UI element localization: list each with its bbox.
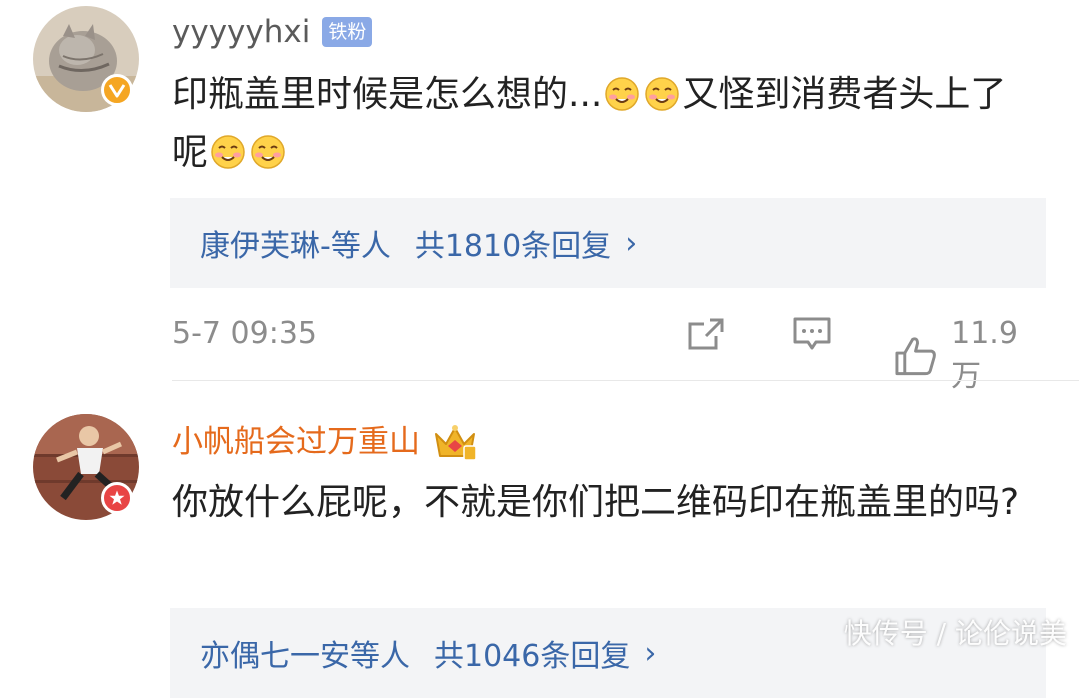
reply-names[interactable]: 康伊芙琳 <box>200 221 320 265</box>
reply-count[interactable]: 共1046条回复 <box>434 631 630 675</box>
username-text[interactable]: yyyyyhxi <box>172 12 310 52</box>
reply-preview[interactable]: 康伊芙琳 -等人 共1810条回复 › <box>170 198 1046 288</box>
reply-count[interactable]: 共1810条回复 <box>415 221 611 265</box>
username[interactable]: 小帆船会过万重山 <box>172 422 478 462</box>
star-badge-icon <box>101 482 133 514</box>
chevron-right-icon: › <box>644 635 657 671</box>
avatar[interactable] <box>33 6 139 112</box>
blush-emoji-icon <box>645 77 680 111</box>
comment-text: 印瓶盖里时候是怎么想的... 又怪到消费者头上了呢 <box>172 66 1032 182</box>
thumbs-up-icon <box>895 336 936 375</box>
username[interactable]: yyyyyhxi 铁粉 <box>172 12 373 52</box>
blush-emoji-icon <box>251 135 285 169</box>
avatar[interactable] <box>33 414 139 520</box>
comment-item: yyyyyhxi 铁粉 印瓶盖里时候是怎么想的... 又怪到消费者头上了呢 康伊芙… <box>0 0 1079 394</box>
comment-text-part: 印瓶盖里时候是怎么想的... <box>172 74 603 115</box>
crown-icon <box>435 425 477 461</box>
blush-emoji-icon <box>605 77 640 111</box>
comment-meta: 5-7 09:35 11.9万 <box>172 300 1046 394</box>
comment-icon <box>793 317 831 350</box>
blush-emoji-icon <box>211 135 245 169</box>
reply-names[interactable]: 亦偶七一安 <box>200 631 350 675</box>
comment-text: 你放什么屁呢，不就是你们把二维码印在瓶盖里的吗? <box>172 482 1020 523</box>
share-icon <box>688 318 724 350</box>
timestamp: 5-7 09:35 <box>172 316 317 351</box>
username-text[interactable]: 小帆船会过万重山 <box>172 422 420 462</box>
share-button[interactable] <box>686 316 726 352</box>
comment-button[interactable] <box>792 316 832 352</box>
watermark: 快传号 / 论伦说美 <box>843 617 1067 650</box>
chevron-right-icon: › <box>625 225 638 261</box>
divider <box>172 380 1079 381</box>
reply-sep: 等人 <box>350 639 410 674</box>
reply-sep: -等人 <box>320 229 391 264</box>
fan-badge: 铁粉 <box>322 17 373 47</box>
verified-v-icon <box>101 74 133 106</box>
